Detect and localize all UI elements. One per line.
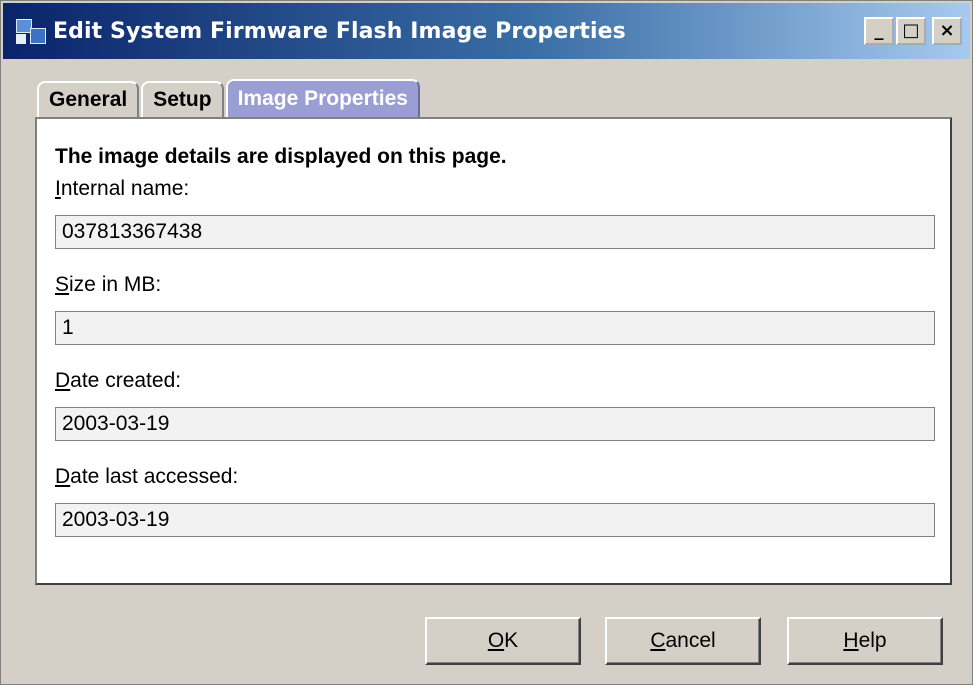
date-accessed-field[interactable]: 2003-03-19 — [55, 503, 935, 537]
panel-heading: The image details are displayed on this … — [55, 145, 507, 168]
app-icon — [13, 14, 47, 48]
minimize-icon: _ — [874, 20, 884, 41]
tab-panel: The image details are displayed on this … — [35, 117, 952, 585]
date-accessed-label: Date last accessed: — [55, 465, 239, 488]
internal-name-field[interactable]: 037813367438 — [55, 215, 935, 249]
internal-name-label: Internal name: — [55, 177, 190, 200]
size-label: Size in MB: — [55, 273, 162, 296]
tab-setup[interactable]: Setup — [141, 81, 224, 117]
minimize-button[interactable]: _ — [864, 17, 894, 45]
cancel-button[interactable]: Cancel — [605, 617, 761, 665]
window-controls: _ □ × — [864, 17, 962, 45]
dialog-window: Edit System Firmware Flash Image Propert… — [0, 0, 973, 685]
title-bar[interactable]: Edit System Firmware Flash Image Propert… — [3, 3, 970, 59]
close-button[interactable]: × — [932, 17, 962, 45]
size-field[interactable]: 1 — [55, 311, 935, 345]
date-created-label: Date created: — [55, 369, 182, 392]
tab-strip: General Setup Image Properties — [37, 77, 422, 117]
window-title: Edit System Firmware Flash Image Propert… — [53, 18, 626, 44]
maximize-icon: □ — [902, 20, 920, 41]
help-button[interactable]: Help — [787, 617, 943, 665]
maximize-button[interactable]: □ — [896, 17, 926, 45]
date-created-field[interactable]: 2003-03-19 — [55, 407, 935, 441]
tab-image-properties[interactable]: Image Properties — [225, 79, 420, 117]
tab-general[interactable]: General — [37, 81, 140, 117]
ok-button[interactable]: OK — [425, 617, 581, 665]
close-icon: × — [939, 20, 955, 41]
